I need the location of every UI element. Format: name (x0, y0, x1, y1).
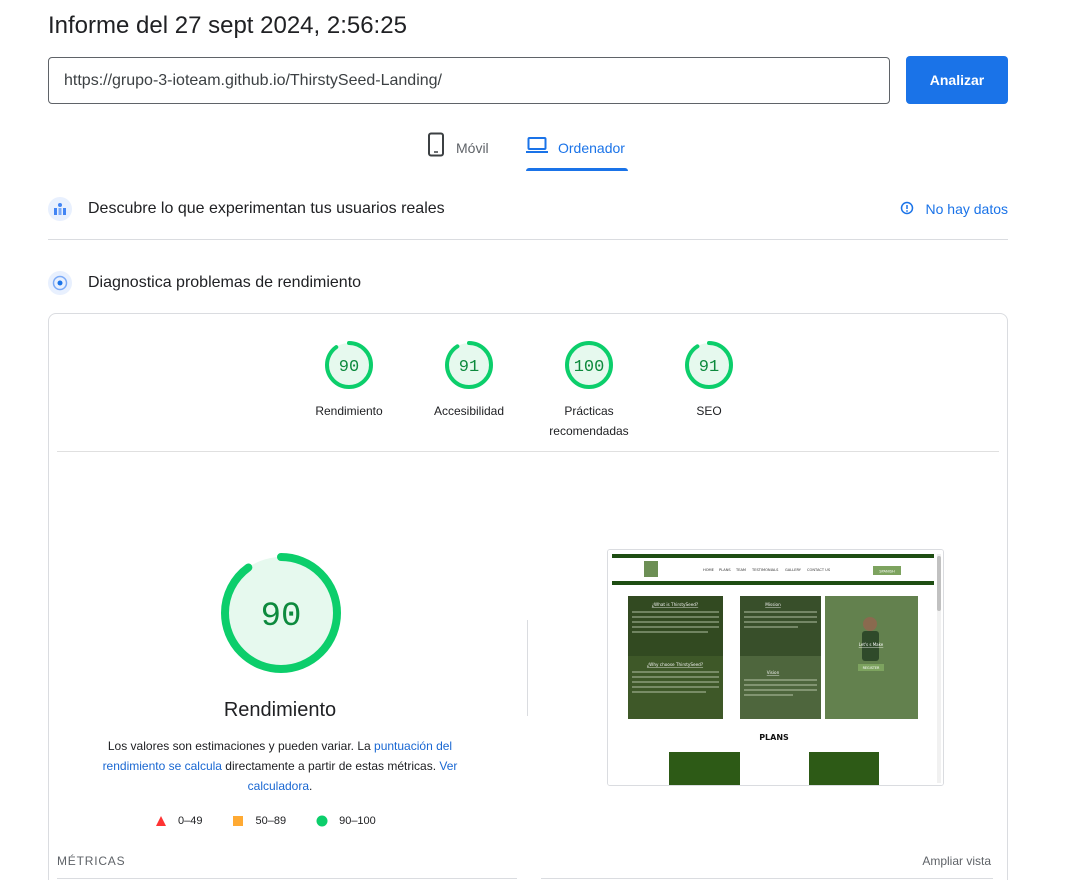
active-tab-indicator (526, 168, 628, 171)
gauge-ring: 91 (685, 341, 733, 389)
shot-tile: Vision (767, 670, 780, 675)
shot-nav: TESTIMONIALS (751, 568, 779, 572)
circle-icon (316, 815, 328, 827)
url-input[interactable] (48, 57, 890, 104)
performance-description: Los valores son estimaciones y pueden va… (94, 736, 466, 796)
screenshot-image: HOME PLANS TEAM TESTIMONIALS GALLERY CON… (608, 550, 943, 785)
shot-tile: ¿What is ThirstySeed? (652, 602, 698, 607)
shot-hero: Let's s Make (859, 642, 884, 647)
score-value: 100 (574, 358, 605, 377)
laptop-icon (526, 132, 548, 157)
no-data-link[interactable]: No hay datos (900, 201, 1009, 218)
legend-fail: 0–49 (155, 815, 202, 827)
field-data-row[interactable]: Descubre lo que experimentan tus usuario… (48, 197, 1008, 221)
shot-nav: CONTACT US (807, 568, 831, 572)
shot-hero-button: REGISTER (863, 666, 880, 670)
score-value: 90 (339, 358, 359, 377)
performance-gauge: 90 (221, 553, 341, 673)
page-screenshot: HOME PLANS TEAM TESTIMONIALS GALLERY CON… (607, 549, 944, 786)
legend-range: 0–49 (178, 815, 203, 827)
analyze-button[interactable]: Analizar (906, 56, 1008, 104)
score-label: SEO (696, 404, 722, 418)
vertical-separator (527, 620, 528, 716)
score-legend: 0–49 50–89 90–100 (155, 815, 376, 827)
tab-desktop-label: Ordenador (558, 140, 625, 156)
gauge-ring: 100 (565, 341, 613, 389)
metrics-divider (541, 878, 993, 879)
no-data-label: No hay datos (925, 201, 1009, 217)
performance-score: 90 (261, 598, 302, 636)
score-label: Prácticas recomendadas (549, 404, 629, 438)
legend-range: 90–100 (339, 815, 376, 827)
metrics-divider (57, 878, 517, 879)
score-label: Rendimiento (315, 404, 383, 418)
desc-text: . (309, 779, 313, 793)
lab-data-row: Diagnostica problemas de rendimiento (48, 271, 1008, 295)
users-chart-icon (48, 197, 72, 221)
lab-data-label: Diagnostica problemas de rendimiento (88, 274, 362, 291)
shot-lang: SPANISH (879, 570, 895, 574)
field-data-label: Descubre lo que experimentan tus usuario… (88, 200, 445, 217)
lighthouse-report-card: 90 Rendimiento 91 Accesibilidad 100 Prác… (48, 313, 1008, 880)
shot-tile: ¿Why choose ThirstySeed? (647, 662, 703, 667)
diagnostics-icon (48, 271, 72, 295)
tab-desktop[interactable]: Ordenador (526, 132, 630, 172)
legend-pass: 90–100 (316, 815, 376, 827)
legend-range: 50–89 (255, 815, 287, 827)
square-icon (233, 816, 244, 826)
desc-text: directamente a partir de estas métricas. (221, 759, 440, 773)
score-gauge-accessibility[interactable]: 91 Accesibilidad (419, 339, 519, 421)
phone-icon (426, 132, 446, 161)
shot-tile: Mission (765, 602, 781, 607)
desc-text: Los valores son estimaciones y pueden va… (107, 739, 375, 753)
info-icon (900, 201, 914, 218)
metrics-heading: MÉTRICAS (57, 854, 126, 868)
report-title: Informe del 27 sept 2024, 2:56:25 (48, 12, 407, 39)
gauge-ring: 90 (325, 341, 373, 389)
gauge-ring: 91 (445, 341, 493, 389)
score-gauge-performance[interactable]: 90 Rendimiento (299, 339, 399, 421)
shot-section-title: PLANS (759, 733, 789, 742)
score-label: Accesibilidad (433, 404, 505, 418)
triangle-icon (156, 816, 166, 826)
shot-nav: GALLERY (785, 568, 802, 572)
legend-average: 50–89 (232, 815, 286, 827)
tab-mobile-label: Móvil (456, 140, 489, 156)
section-divider (48, 239, 1008, 240)
tab-mobile[interactable]: Móvil (426, 132, 489, 172)
card-divider (57, 451, 999, 452)
score-value: 91 (699, 358, 719, 377)
score-gauge-best-practices[interactable]: 100 Prácticas recomendadas (539, 339, 639, 441)
score-value: 91 (459, 358, 479, 377)
shot-nav: HOME (703, 568, 715, 572)
expand-view-toggle[interactable]: Ampliar vista (922, 854, 991, 868)
performance-title: Rendimiento (223, 699, 337, 721)
shot-nav: TEAM (735, 568, 746, 572)
shot-nav: PLANS (719, 568, 731, 572)
score-gauge-seo[interactable]: 91 SEO (659, 339, 759, 421)
